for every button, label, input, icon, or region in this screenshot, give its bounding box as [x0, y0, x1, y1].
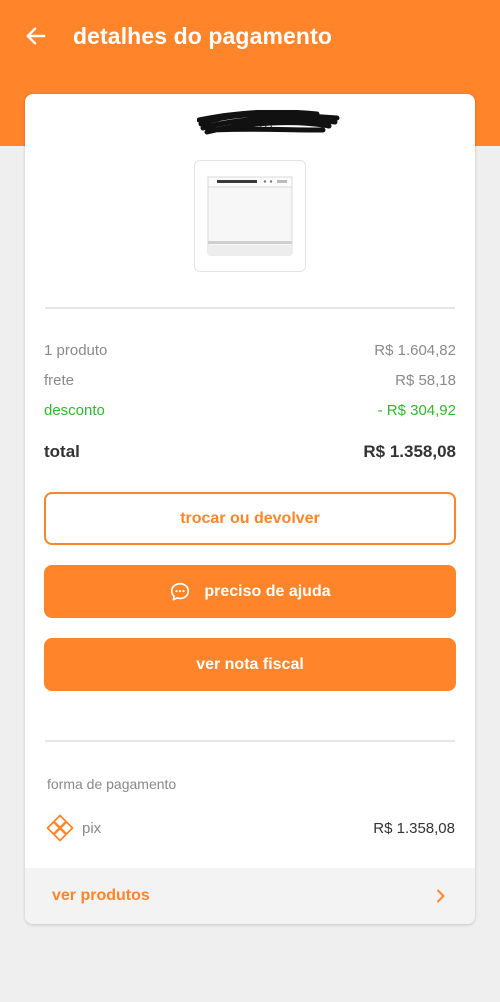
payment-method-name: pix: [82, 819, 102, 837]
divider: [45, 307, 455, 309]
arrow-left-icon: [26, 27, 46, 45]
return-button-label: trocar ou devolver: [180, 509, 320, 527]
view-products-label: ver produtos: [52, 887, 150, 904]
help-button-label: preciso de ajuda: [204, 582, 331, 600]
payment-row: pix R$ 1.358,08: [45, 814, 455, 842]
products-label: 1 produto: [44, 342, 108, 359]
dishwasher-image: [207, 176, 293, 256]
summary-discount-row: desconto - R$ 304,92: [44, 402, 456, 419]
help-button[interactable]: preciso de ajuda: [44, 565, 456, 618]
total-value: R$ 1.358,08: [363, 442, 456, 461]
page-title: detalhes do pagamento: [73, 22, 332, 49]
order-card: pedido 01... 1 produto R$ 1.604,82 frete…: [25, 94, 475, 924]
divider: [45, 740, 455, 742]
app-bar: detalhes do pagamento: [0, 0, 500, 72]
products-value: R$ 1.604,82: [374, 342, 456, 359]
chat-bubble-icon: [169, 581, 191, 603]
return-button[interactable]: trocar ou devolver: [44, 492, 456, 545]
shipping-label: frete: [44, 372, 75, 389]
summary-total-row: total R$ 1.358,08: [44, 442, 456, 462]
view-products-link[interactable]: ver produtos: [25, 868, 475, 924]
shipping-value: R$ 58,18: [395, 372, 456, 389]
redaction-scribble: [197, 110, 340, 135]
summary-products-row: 1 produto R$ 1.604,82: [44, 342, 456, 359]
total-label: total: [44, 442, 80, 461]
payment-amount: R$ 1.358,08: [373, 819, 455, 837]
pix-icon: [46, 814, 74, 842]
payment-section-label: forma de pagamento: [47, 776, 177, 792]
payment-method: pix: [45, 813, 101, 843]
discount-label: desconto: [44, 402, 105, 419]
summary-shipping-row: frete R$ 58,18: [44, 372, 456, 389]
invoice-button-label: ver nota fiscal: [196, 655, 304, 673]
product-image[interactable]: [194, 160, 306, 272]
chevron-right-icon: [437, 889, 445, 903]
back-button[interactable]: [14, 14, 58, 58]
invoice-button[interactable]: ver nota fiscal: [44, 638, 456, 691]
discount-value: - R$ 304,92: [377, 402, 456, 419]
